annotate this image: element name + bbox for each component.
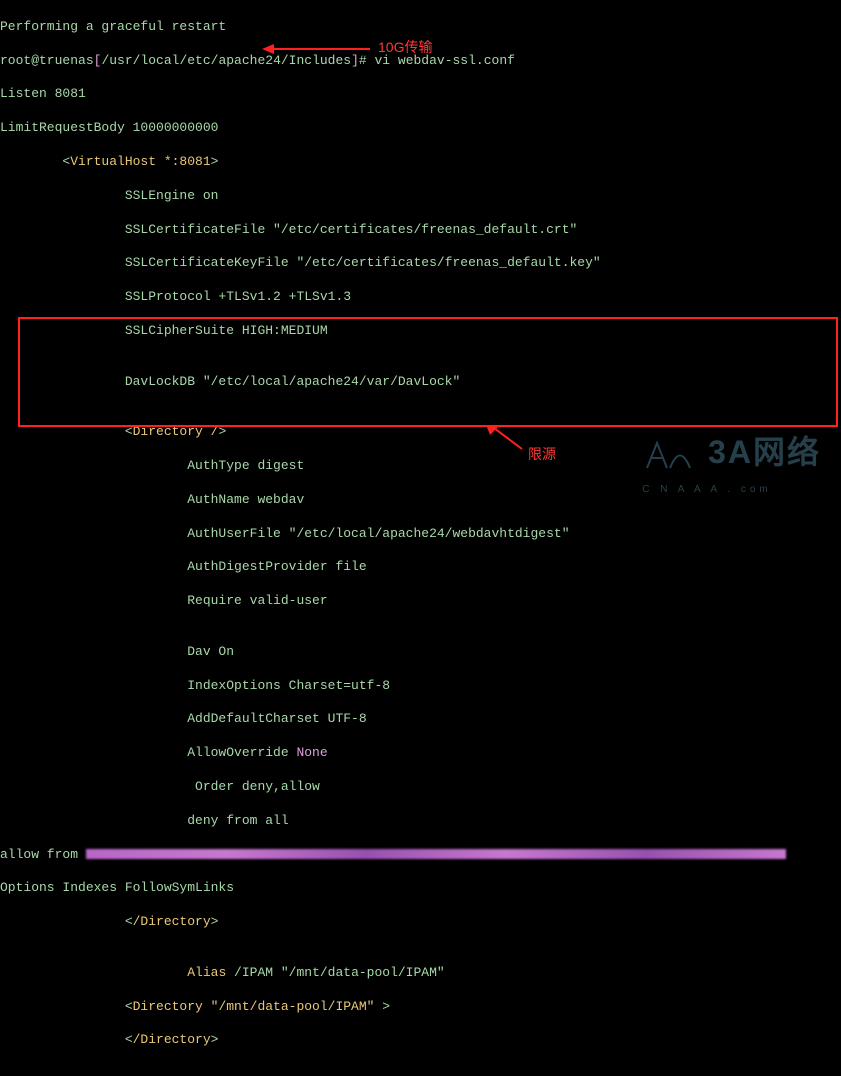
line-authname: AuthName webdav bbox=[0, 492, 841, 509]
line-authuserfile: AuthUserFile "/etc/local/apache24/webdav… bbox=[0, 526, 841, 543]
terminal-output: Performing a graceful restart root@truen… bbox=[0, 0, 841, 1076]
line-directory-ipam-close: </Directory> bbox=[0, 1032, 841, 1049]
line-require: Require valid-user bbox=[0, 593, 841, 610]
line-limit-request-body: LimitRequestBody 10000000000 bbox=[0, 120, 841, 137]
line-order: Order deny,allow bbox=[0, 779, 841, 796]
line-allow-from: allow from bbox=[0, 847, 841, 864]
line-ssl-protocol: SSLProtocol +TLSv1.2 +TLSv1.3 bbox=[0, 289, 841, 306]
line-allowoverride: AllowOverride None bbox=[0, 745, 841, 762]
line-dav-on: Dav On bbox=[0, 644, 841, 661]
line-listen: Listen 8081 bbox=[0, 86, 841, 103]
annotation-10g: 10G传输 bbox=[378, 38, 432, 56]
line-authtype: AuthType digest bbox=[0, 458, 841, 475]
line-authdigest: AuthDigestProvider file bbox=[0, 559, 841, 576]
redacted-ip-list bbox=[86, 849, 786, 859]
line-directory-open: <Directory /> bbox=[0, 424, 841, 441]
line-ssl-cert-file: SSLCertificateFile "/etc/certificates/fr… bbox=[0, 222, 841, 239]
line-davlockdb: DavLockDB "/etc/local/apache24/var/DavLo… bbox=[0, 374, 841, 391]
line-virtualhost-open: <VirtualHost *:8081> bbox=[0, 154, 841, 171]
arrow-limit-source-icon bbox=[450, 425, 530, 455]
line-sslengine: SSLEngine on bbox=[0, 188, 841, 205]
line-indexoptions: IndexOptions Charset=utf-8 bbox=[0, 678, 841, 695]
line-restart: Performing a graceful restart bbox=[0, 19, 841, 36]
arrow-10g-icon bbox=[262, 42, 372, 56]
line-options: Options Indexes FollowSymLinks bbox=[0, 880, 841, 897]
line-ssl-key-file: SSLCertificateKeyFile "/etc/certificates… bbox=[0, 255, 841, 272]
line-alias-ipam: Alias /IPAM "/mnt/data-pool/IPAM" bbox=[0, 965, 841, 982]
line-directory-close: </Directory> bbox=[0, 914, 841, 931]
line-directory-ipam-open: <Directory "/mnt/data-pool/IPAM" > bbox=[0, 999, 841, 1016]
line-ssl-cipher: SSLCipherSuite HIGH:MEDIUM bbox=[0, 323, 841, 340]
annotation-limit-source: 限源 bbox=[528, 445, 556, 463]
line-deny: deny from all bbox=[0, 813, 841, 830]
line-adddefaultcharset: AddDefaultCharset UTF-8 bbox=[0, 711, 841, 728]
